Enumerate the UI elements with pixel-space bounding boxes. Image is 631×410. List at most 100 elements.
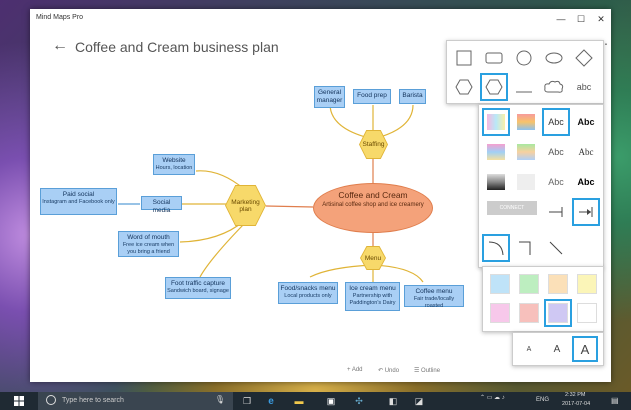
style-gradient-1[interactable] xyxy=(482,108,510,136)
system-tray-icons[interactable]: ⌃ ▭ ☁ ♪ xyxy=(480,394,505,401)
swatch-fill xyxy=(519,274,539,294)
clock-date[interactable]: 2017-07-04 xyxy=(562,401,590,407)
edge-browser-icon[interactable]: e xyxy=(262,392,280,410)
shape-cloud[interactable] xyxy=(541,74,567,100)
color-swatch[interactable] xyxy=(516,300,542,326)
color-swatch[interactable] xyxy=(487,300,513,326)
cortana-icon xyxy=(46,395,56,405)
connect-button[interactable]: CONNECT xyxy=(487,201,537,215)
node-food-prep[interactable]: Food prep xyxy=(353,89,391,104)
task-view-icon[interactable]: ❐ xyxy=(238,392,256,410)
search-placeholder: Type here to search xyxy=(62,397,124,404)
link-center-marketing xyxy=(265,205,314,208)
circle-icon xyxy=(516,50,532,66)
staffing-hub-label: Staffing xyxy=(360,131,387,158)
shape-ellipse[interactable] xyxy=(541,45,567,71)
start-button[interactable] xyxy=(8,392,30,410)
shape-hexagon-alt[interactable] xyxy=(480,73,508,101)
store-icon[interactable]: ▣ xyxy=(322,392,340,410)
color-panel xyxy=(482,266,604,332)
color-swatch[interactable] xyxy=(545,271,571,297)
node-title: General manager xyxy=(316,89,343,105)
node-title: Paid social xyxy=(62,191,95,198)
style-text-gray[interactable]: Abc xyxy=(543,169,569,195)
node-food-snacks-menu[interactable]: Food/snacks menu Local products only xyxy=(278,282,338,304)
color-swatch[interactable] xyxy=(516,271,542,297)
node-word-of-mouth[interactable]: Word of mouth Free ice cream when you br… xyxy=(118,231,179,257)
font-size-medium[interactable]: A xyxy=(545,337,569,361)
node-paid-social[interactable]: Paid social Instagram and Facebook only xyxy=(40,188,117,215)
shapes-panel: abc xyxy=(446,40,604,104)
app-icon-a[interactable]: ◧ xyxy=(384,392,402,410)
node-subtitle: Fair trade/locally roasted xyxy=(413,296,455,309)
node-title: Word of mouth xyxy=(127,234,170,241)
add-button[interactable]: + Add xyxy=(347,367,363,373)
shape-rounded-rect[interactable] xyxy=(481,45,507,71)
style-gray-light[interactable] xyxy=(513,169,539,195)
line-end-icon xyxy=(549,207,563,217)
app-icon-b[interactable]: ◪ xyxy=(410,392,428,410)
shape-circle[interactable] xyxy=(511,45,537,71)
node-subtitle: Local products only xyxy=(284,293,332,300)
style-text-outline[interactable]: Abc xyxy=(542,108,570,136)
square-icon xyxy=(456,50,472,66)
mindmap-app-icon[interactable]: ✣ xyxy=(350,392,368,410)
style-text-black[interactable]: Abc xyxy=(573,169,599,195)
notification-icon[interactable]: ▤ xyxy=(611,396,619,405)
central-topic-title: Coffee and Cream xyxy=(338,190,408,200)
node-ice-cream-menu[interactable]: Ice cream menu Partnership with Paddingt… xyxy=(345,282,400,311)
node-coffee-menu[interactable]: Coffee menu Fair trade/locally roasted xyxy=(404,285,464,309)
central-topic[interactable]: Coffee and Cream Artisinal coffee shop a… xyxy=(313,183,433,233)
curved-line-icon xyxy=(488,241,504,256)
style-gradient-2[interactable] xyxy=(513,109,539,135)
style-text-serif[interactable]: Abc xyxy=(573,139,599,165)
language-indicator[interactable]: ENG xyxy=(536,397,549,403)
font-size-large[interactable]: A xyxy=(572,336,598,362)
node-title: Social media xyxy=(152,199,171,215)
connector-straight[interactable] xyxy=(543,235,569,261)
shape-diamond[interactable] xyxy=(571,45,597,71)
node-barista[interactable]: Barista xyxy=(399,89,426,104)
connector-end-line[interactable] xyxy=(543,199,569,225)
straight-line-icon xyxy=(549,241,563,255)
style-panel: Abc Abc Abc Abc Abc Abc CONNECT xyxy=(478,104,604,268)
connector-elbow[interactable] xyxy=(513,235,539,261)
connector-end-arrow[interactable] xyxy=(572,198,600,226)
color-swatch[interactable] xyxy=(487,271,513,297)
taskbar-search[interactable]: Type here to search 🎙 xyxy=(38,392,233,410)
style-text-light[interactable]: Abc xyxy=(543,139,569,165)
color-swatch[interactable] xyxy=(574,271,600,297)
outline-button[interactable]: ☰ Outline xyxy=(414,367,440,374)
node-website[interactable]: Website Hours, location xyxy=(153,154,195,175)
node-title: Ice cream menu xyxy=(349,285,396,292)
link-menu-food xyxy=(309,264,374,278)
shape-square[interactable] xyxy=(451,45,477,71)
hexagon-selected-icon xyxy=(485,79,503,95)
font-size-small[interactable]: A xyxy=(517,337,541,361)
shape-hexagon[interactable] xyxy=(451,74,477,100)
style-text-bold[interactable]: Abc xyxy=(573,109,599,135)
shape-line[interactable] xyxy=(511,74,537,100)
central-topic-subtitle: Artisinal coffee shop and ice creamery xyxy=(322,202,424,208)
clock-time[interactable]: 2:32 PM xyxy=(565,392,585,398)
node-foot-traffic[interactable]: Foot traffic capture Sandwich board, sig… xyxy=(165,277,231,299)
microphone-icon[interactable]: 🎙 xyxy=(215,395,225,404)
connector-curved[interactable] xyxy=(482,234,510,262)
style-gradient-4[interactable] xyxy=(513,139,539,165)
node-title: Website xyxy=(162,157,186,164)
color-swatch[interactable] xyxy=(544,299,572,327)
shape-text-only[interactable]: abc xyxy=(571,74,597,100)
style-gray-dark[interactable] xyxy=(483,169,509,195)
swatch-fill xyxy=(548,274,568,294)
hexagon-icon xyxy=(455,79,473,95)
node-title: Barista xyxy=(402,92,423,99)
style-gradient-3[interactable] xyxy=(483,139,509,165)
node-title: Food prep xyxy=(357,92,387,99)
node-social-media[interactable]: Social media xyxy=(141,196,182,214)
color-swatch[interactable] xyxy=(574,300,600,326)
node-general-manager[interactable]: General manager xyxy=(314,86,345,108)
undo-button[interactable]: ↶ Undo xyxy=(378,367,399,374)
file-explorer-icon[interactable]: ▬ xyxy=(290,392,308,410)
arrow-end-icon xyxy=(579,207,593,217)
node-subtitle: Instagram and Facebook only xyxy=(42,199,115,206)
